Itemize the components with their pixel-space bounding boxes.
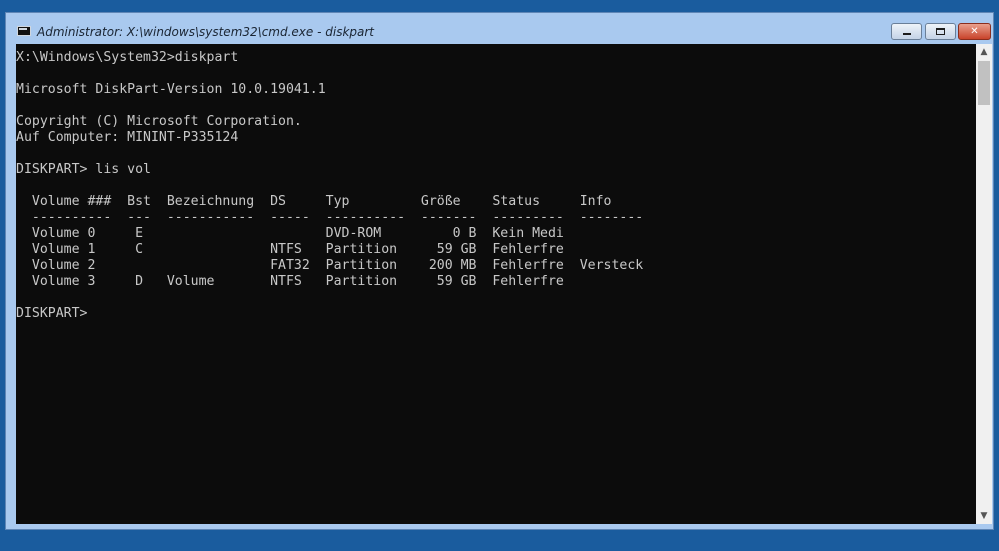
maximize-icon [936,28,945,35]
console-line: Volume ### Bst Bezeichnung DS Typ Größe … [16,194,612,209]
console-line: Volume 2 FAT32 Partition 200 MB Fehlerfr… [16,258,644,273]
console-line: Volume 0 E DVD-ROM 0 B Kein Medi [16,226,564,241]
console-line: DISKPART> [16,306,88,321]
chevron-down-icon: ▼ [980,511,988,521]
console-text: X:\Windows\System32>diskpart Microsoft Di… [16,44,976,322]
console-line: Volume 1 C NTFS Partition 59 GB Fehlerfr… [16,242,564,257]
console-line: ---------- --- ----------- ----- -------… [16,210,644,225]
console-line: Volume 3 D Volume NTFS Partition 59 GB F… [16,274,564,289]
close-button[interactable]: ✕ [958,23,991,40]
scroll-up-button[interactable]: ▲ [976,44,992,60]
console-line: DISKPART> lis vol [16,162,151,177]
console-line: Copyright (C) Microsoft Corporation. [16,114,302,129]
console-line: Microsoft DiskPart-Version 10.0.19041.1 [16,82,326,97]
scroll-down-button[interactable]: ▼ [976,508,992,524]
minimize-button[interactable] [891,23,922,40]
title-bar[interactable]: Administrator: X:\windows\system32\cmd.e… [6,13,993,44]
maximize-button[interactable] [925,23,956,40]
console-output[interactable]: X:\Windows\System32>diskpart Microsoft Di… [16,44,976,524]
console-line: X:\Windows\System32>diskpart [16,50,239,65]
vertical-scrollbar[interactable]: ▲ ▼ [976,44,992,524]
minimize-icon [902,33,911,35]
chevron-up-icon: ▲ [980,47,988,57]
scroll-thumb[interactable] [978,61,990,105]
cmd-window: Administrator: X:\windows\system32\cmd.e… [5,12,994,530]
console-line: Auf Computer: MININT-P335124 [16,130,239,145]
cmd-console-icon[interactable] [17,26,31,36]
close-icon: ✕ [970,26,979,37]
window-title: Administrator: X:\windows\system32\cmd.e… [37,25,375,39]
